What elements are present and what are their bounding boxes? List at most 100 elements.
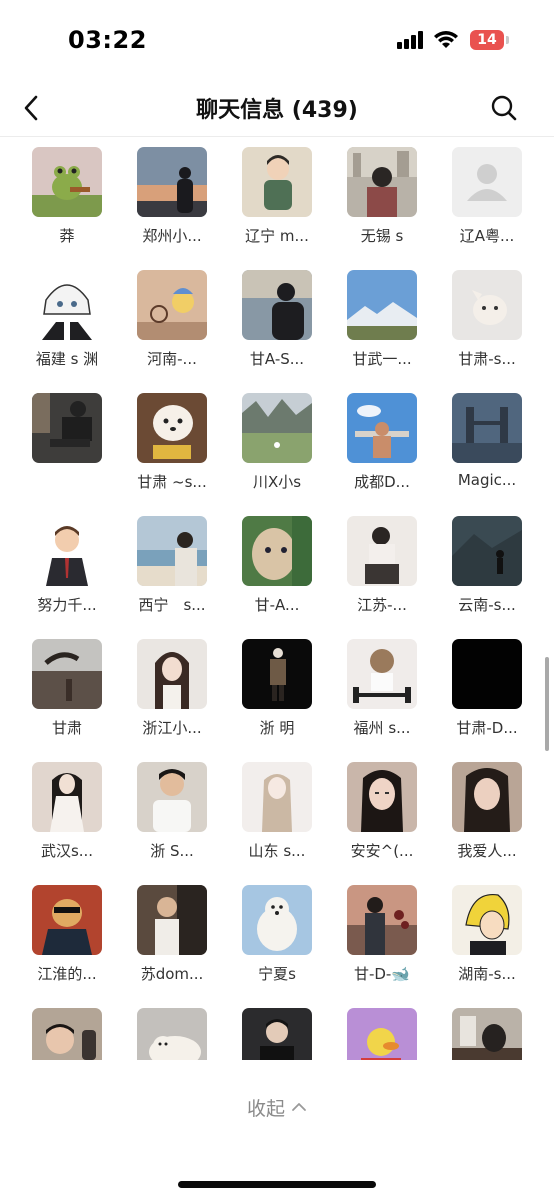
member-item[interactable]: 福建 s 渊 — [19, 270, 124, 368]
avatar[interactable] — [137, 1008, 207, 1060]
member-item[interactable]: 郑州小... — [124, 147, 229, 245]
member-item[interactable] — [19, 1008, 124, 1060]
search-button[interactable] — [486, 90, 522, 126]
member-item[interactable]: 安安^(... — [334, 762, 439, 860]
status-bar: 03:22 14 — [0, 0, 554, 80]
avatar[interactable] — [137, 393, 207, 463]
member-item[interactable] — [19, 393, 124, 463]
scrollbar[interactable] — [545, 657, 549, 751]
avatar[interactable] — [32, 762, 102, 832]
member-item[interactable] — [124, 1008, 229, 1060]
avatar[interactable] — [32, 393, 102, 463]
avatar[interactable] — [32, 639, 102, 709]
member-item[interactable] — [229, 1008, 334, 1060]
avatar[interactable] — [452, 147, 522, 217]
avatar[interactable] — [452, 885, 522, 955]
member-name: 山东 s... — [248, 842, 306, 860]
member-name: 甘-A... — [254, 596, 300, 614]
avatar[interactable] — [452, 270, 522, 340]
avatar[interactable] — [242, 762, 312, 832]
member-item[interactable] — [439, 1008, 544, 1060]
member-item[interactable]: 苏dom... — [124, 885, 229, 983]
member-name: 浙 明 — [259, 719, 295, 737]
avatar[interactable] — [452, 393, 522, 463]
member-name: 甘-D-🐋 — [353, 965, 411, 983]
member-item[interactable]: 甘-A... — [229, 516, 334, 614]
member-name: 甘肃 — [51, 719, 82, 737]
member-item[interactable]: 辽A粤... — [439, 147, 544, 245]
member-item[interactable]: 江苏-... — [334, 516, 439, 614]
avatar[interactable] — [32, 270, 102, 340]
avatar[interactable] — [242, 885, 312, 955]
member-item[interactable]: 甘武一... — [334, 270, 439, 368]
avatar[interactable] — [347, 762, 417, 832]
member-item[interactable]: 甘-D-🐋 — [334, 885, 439, 983]
member-item[interactable]: 山东 s... — [229, 762, 334, 860]
member-item[interactable]: 甘肃 — [19, 639, 124, 737]
avatar[interactable] — [32, 147, 102, 217]
member-name: 安安^(... — [350, 842, 414, 860]
avatar[interactable] — [137, 639, 207, 709]
member-item[interactable]: 甘肃-s... — [439, 270, 544, 368]
member-name: 宁夏s — [258, 965, 296, 983]
member-item[interactable]: 努力千... — [19, 516, 124, 614]
avatar[interactable] — [347, 516, 417, 586]
member-item[interactable]: 宁夏s — [229, 885, 334, 983]
chevron-up-icon — [292, 1103, 306, 1111]
avatar[interactable] — [32, 1008, 102, 1060]
avatar[interactable] — [347, 885, 417, 955]
avatar[interactable] — [137, 516, 207, 586]
member-item[interactable]: 江淮的... — [19, 885, 124, 983]
member-grid: 莽 郑州小... 辽宁 m... 无锡 s 辽A粤... 福建 s 渊 河南-... 甘A-S… — [0, 147, 554, 1060]
avatar[interactable] — [347, 639, 417, 709]
avatar[interactable] — [137, 147, 207, 217]
avatar[interactable] — [452, 762, 522, 832]
avatar[interactable] — [452, 1008, 522, 1060]
member-name: 甘肃-D... — [456, 719, 518, 737]
avatar[interactable] — [347, 1008, 417, 1060]
member-item[interactable]: 西宁 s... — [124, 516, 229, 614]
home-indicator[interactable] — [178, 1181, 376, 1188]
avatar[interactable] — [242, 270, 312, 340]
avatar[interactable] — [347, 393, 417, 463]
member-item[interactable]: 河南-... — [124, 270, 229, 368]
member-name: 川X小s — [252, 473, 302, 491]
avatar[interactable] — [137, 762, 207, 832]
member-item[interactable]: 甘肃 ~s... — [124, 393, 229, 491]
avatar[interactable] — [242, 147, 312, 217]
member-item[interactable]: 甘A-S... — [229, 270, 334, 368]
collapse-label: 收起 — [246, 1097, 285, 1120]
member-item[interactable]: 浙 S... — [124, 762, 229, 860]
member-item[interactable]: 云南-s... — [439, 516, 544, 614]
member-item[interactable]: 无锡 s — [334, 147, 439, 245]
member-item[interactable]: 莽 — [19, 147, 124, 245]
avatar[interactable] — [242, 1008, 312, 1060]
avatar[interactable] — [347, 147, 417, 217]
member-item[interactable]: Magic... — [439, 393, 544, 489]
member-name: 湖南-s... — [458, 965, 516, 983]
member-item[interactable]: 福州 s... — [334, 639, 439, 737]
member-grid-viewport[interactable]: 莽 郑州小... 辽宁 m... 无锡 s 辽A粤... 福建 s 渊 河南-... 甘A-S… — [0, 138, 554, 1060]
collapse-button[interactable]: 收起 — [0, 1090, 554, 1124]
member-item[interactable]: 浙 明 — [229, 639, 334, 737]
member-item[interactable]: 甘肃-D... — [439, 639, 544, 737]
avatar[interactable] — [347, 270, 417, 340]
avatar[interactable] — [452, 639, 522, 709]
member-item[interactable]: 川X小s — [229, 393, 334, 491]
avatar[interactable] — [32, 885, 102, 955]
avatar[interactable] — [137, 885, 207, 955]
member-item[interactable]: 成都D... — [334, 393, 439, 491]
status-time: 03:22 — [68, 26, 147, 54]
avatar[interactable] — [242, 516, 312, 586]
avatar[interactable] — [242, 639, 312, 709]
member-item[interactable]: 我爱人... — [439, 762, 544, 860]
member-item[interactable]: 辽宁 m... — [229, 147, 334, 245]
member-item[interactable]: 武汉s... — [19, 762, 124, 860]
avatar[interactable] — [242, 393, 312, 463]
member-item[interactable]: 湖南-s... — [439, 885, 544, 983]
avatar[interactable] — [137, 270, 207, 340]
avatar[interactable] — [452, 516, 522, 586]
avatar[interactable] — [32, 516, 102, 586]
member-item[interactable] — [334, 1008, 439, 1060]
member-item[interactable]: 浙江小... — [124, 639, 229, 737]
